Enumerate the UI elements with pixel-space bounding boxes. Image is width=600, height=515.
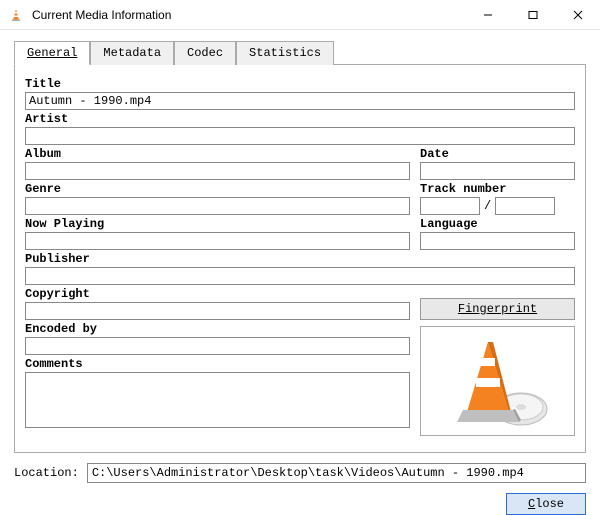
language-field[interactable] — [420, 232, 575, 250]
artwork-placeholder — [420, 326, 575, 436]
maximize-button[interactable] — [510, 0, 555, 29]
close-button[interactable]: Close — [506, 493, 586, 515]
minimize-button[interactable] — [465, 0, 510, 29]
now-playing-field[interactable] — [25, 232, 410, 250]
genre-field[interactable] — [25, 197, 410, 215]
location-row: Location: — [0, 453, 600, 483]
date-field[interactable] — [420, 162, 575, 180]
tab-statistics[interactable]: Statistics — [236, 41, 334, 65]
track-number-field-b[interactable] — [495, 197, 555, 215]
encoded-by-field[interactable] — [25, 337, 410, 355]
general-panel: Title Artist Album Date Genre — [14, 65, 586, 453]
window-title: Current Media Information — [32, 8, 465, 22]
vlc-cone-icon — [8, 7, 24, 23]
comments-label: Comments — [25, 355, 410, 372]
track-number-field-a[interactable] — [420, 197, 480, 215]
tab-strip: General Metadata Codec Statistics — [14, 40, 586, 65]
artist-field[interactable] — [25, 127, 575, 145]
publisher-label: Publisher — [25, 250, 575, 267]
fingerprint-button[interactable]: Fingerprint — [420, 298, 575, 320]
tab-general[interactable]: General — [14, 41, 90, 65]
window-controls — [465, 0, 600, 29]
close-button-rest: lose — [535, 497, 564, 511]
close-window-button[interactable] — [555, 0, 600, 29]
album-field[interactable] — [25, 162, 410, 180]
artist-label: Artist — [25, 110, 575, 127]
titlebar: Current Media Information — [0, 0, 600, 30]
tab-metadata[interactable]: Metadata — [90, 41, 174, 65]
location-label: Location: — [14, 466, 79, 480]
encoded-by-label: Encoded by — [25, 320, 410, 337]
title-field[interactable] — [25, 92, 575, 110]
comments-field[interactable] — [25, 372, 410, 428]
publisher-field[interactable] — [25, 267, 575, 285]
track-number-label: Track number — [420, 180, 575, 197]
copyright-field[interactable] — [25, 302, 410, 320]
album-label: Album — [25, 145, 410, 162]
now-playing-label: Now Playing — [25, 215, 410, 232]
language-label: Language — [420, 215, 575, 232]
content-area: General Metadata Codec Statistics Title … — [0, 30, 600, 453]
tab-codec[interactable]: Codec — [174, 41, 236, 65]
vlc-cone-large-icon — [443, 334, 553, 429]
date-label: Date — [420, 145, 575, 162]
copyright-label: Copyright — [25, 285, 410, 302]
location-field[interactable] — [87, 463, 586, 483]
genre-label: Genre — [25, 180, 410, 197]
title-label: Title — [25, 75, 575, 92]
close-row: Close — [0, 483, 600, 515]
track-separator: / — [484, 199, 491, 213]
